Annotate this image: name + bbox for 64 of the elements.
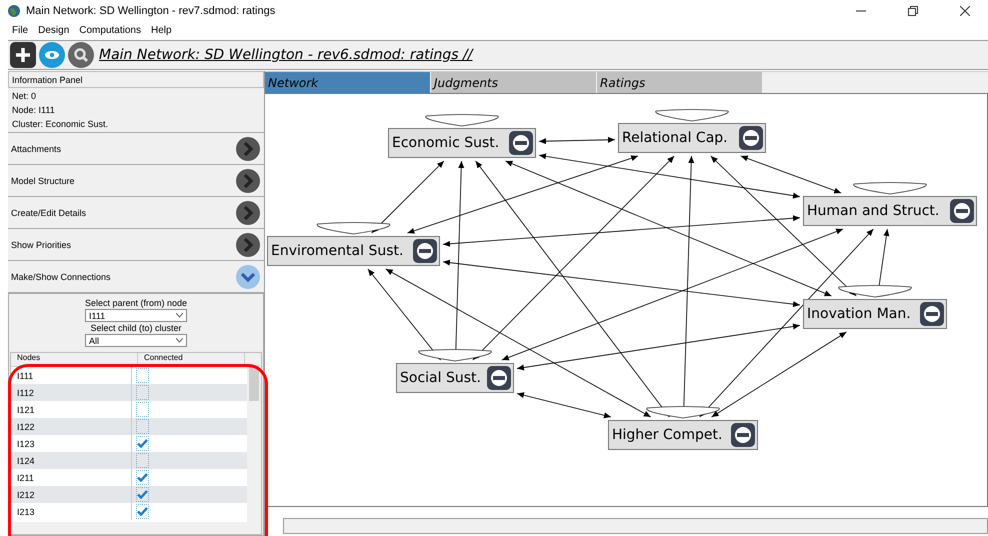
caret-icon [176, 313, 183, 318]
field-label: Select parent (from) node [84, 298, 188, 309]
horizontal-scrollbar[interactable] [11, 522, 261, 534]
collapse-icon[interactable] [487, 366, 511, 390]
collapse-icon[interactable] [950, 199, 974, 223]
section-label: Make/Show Connections [11, 272, 111, 282]
section-label: Create/Edit Details [11, 208, 86, 218]
checkbox[interactable] [136, 504, 149, 519]
network-node[interactable]: Economic Sust. [388, 128, 536, 158]
restore-icon [908, 6, 918, 16]
expand-right-icon[interactable] [236, 200, 260, 224]
plus-icon [15, 47, 31, 63]
network-node[interactable]: Enviromental Sust. [267, 236, 440, 266]
expand-right-icon[interactable] [236, 136, 260, 160]
checkbox[interactable] [136, 470, 149, 485]
tab[interactable]: Ratings [597, 72, 763, 93]
checkbox[interactable] [136, 402, 149, 417]
menu-item[interactable]: File [12, 24, 28, 36]
info-text: Net: 0 [12, 90, 38, 102]
checkbox[interactable] [136, 368, 149, 383]
network-node[interactable]: Relational Cap. [618, 123, 766, 153]
column-header: Nodes [11, 353, 138, 366]
checkbox[interactable] [136, 385, 149, 400]
search-button[interactable] [68, 42, 94, 68]
globe-icon [8, 5, 20, 17]
tab[interactable]: Judgments [431, 72, 597, 93]
network-node[interactable]: Social Sust. [396, 363, 514, 393]
close-icon [960, 6, 970, 16]
info-text: Node: I111 [12, 104, 56, 116]
expand-right-icon[interactable] [236, 232, 260, 256]
collapse-icon[interactable] [509, 131, 533, 155]
search-icon [73, 47, 89, 63]
checkbox[interactable] [136, 436, 149, 451]
section-label: Model Structure [11, 176, 75, 186]
expand-down-icon[interactable] [236, 264, 260, 288]
network-node[interactable]: Higher Compet. [608, 420, 758, 450]
menu-item[interactable]: Help [150, 24, 172, 36]
vertical-scrollbar[interactable] [247, 353, 261, 522]
add-button[interactable] [10, 42, 36, 68]
table-cell: I213 [11, 503, 132, 520]
collapse-icon[interactable] [920, 302, 944, 326]
collapse-icon[interactable] [731, 423, 755, 447]
panel-header: Information Panel [8, 71, 264, 88]
section-label: Attachments [11, 144, 62, 154]
caret-icon [176, 338, 183, 343]
parent-node-dropdown[interactable]: I111 [85, 309, 187, 322]
field-label: Select child (to) cluster [90, 323, 182, 334]
eye-icon [44, 50, 60, 60]
menu-item[interactable]: Design [38, 24, 70, 36]
network-node[interactable]: Inovation Man. [803, 299, 947, 329]
tab[interactable]: Network [265, 72, 431, 93]
column-header: Connected [138, 353, 245, 366]
collapse-icon[interactable] [739, 126, 763, 150]
checkbox[interactable] [136, 419, 149, 434]
info-text: Cluster: Economic Sust. [12, 118, 110, 130]
checkbox[interactable] [136, 487, 149, 502]
child-cluster-dropdown[interactable]: All [85, 334, 187, 347]
expand-right-icon[interactable] [236, 168, 260, 192]
section-label: Show Priorities [11, 240, 72, 250]
collapse-icon[interactable] [413, 239, 437, 263]
menu-item[interactable]: Computations [79, 24, 141, 36]
network-node[interactable]: Human and Struct. [803, 196, 977, 226]
window-title: Main Network: SD Wellington - rev7.sdmod: ratings [26, 5, 276, 17]
checkbox[interactable] [136, 453, 149, 468]
